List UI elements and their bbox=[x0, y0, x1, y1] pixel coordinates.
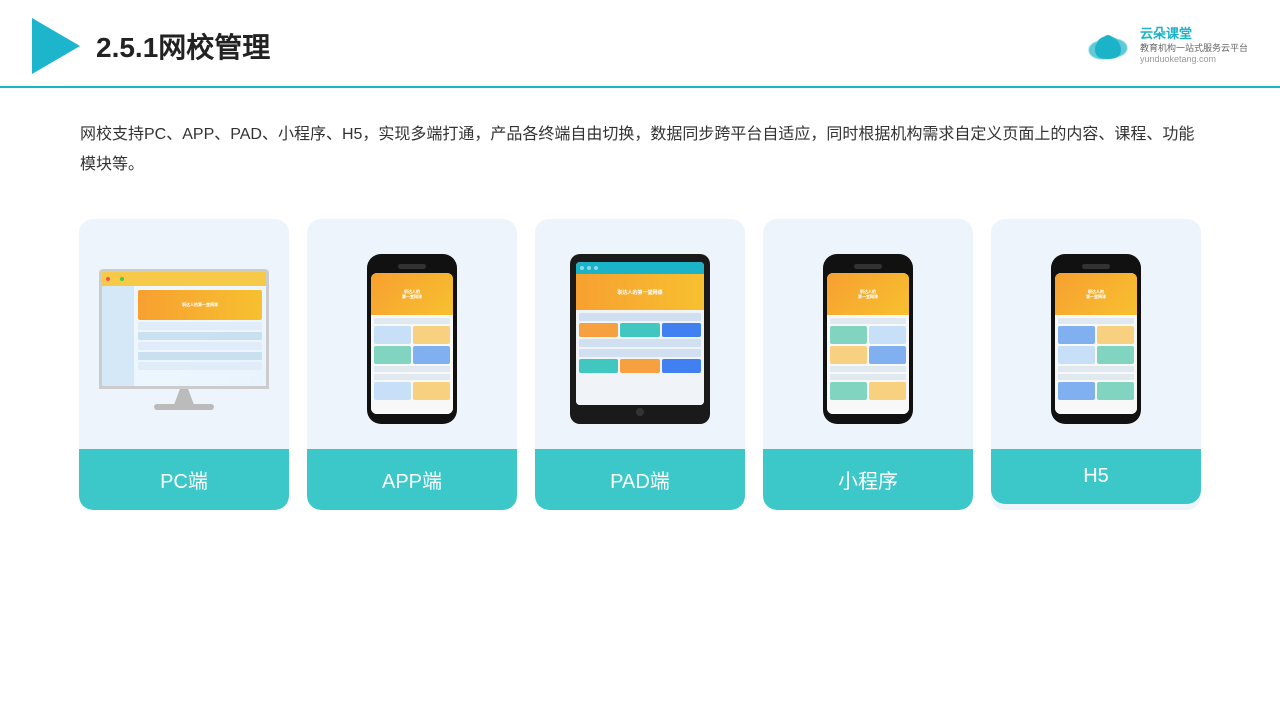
play-icon bbox=[32, 18, 80, 74]
card-image-h5: 职达人的第一堂网课 bbox=[991, 219, 1201, 449]
phone-mockup-app: 职达人的第一堂网课 bbox=[367, 254, 457, 424]
card-label-pad: PAD端 bbox=[535, 449, 745, 510]
header-left: 2.5.1网校管理 bbox=[32, 18, 270, 74]
card-image-miniprogram: 职达人的第一堂网课 bbox=[763, 219, 973, 449]
page-title: 2.5.1网校管理 bbox=[96, 26, 270, 66]
card-label-pc: PC端 bbox=[79, 449, 289, 510]
card-label-miniprogram: 小程序 bbox=[763, 449, 973, 510]
card-label-h5: H5 bbox=[991, 449, 1201, 504]
brand-name: 云朵课堂 bbox=[1140, 26, 1248, 43]
card-app: 职达人的第一堂网课 bbox=[307, 219, 517, 510]
phone-mockup-h5: 职达人的第一堂网课 bbox=[1051, 254, 1141, 424]
tablet-mockup-pad: 职达人的第一堂网课 bbox=[570, 254, 710, 424]
card-image-app: 职达人的第一堂网课 bbox=[307, 219, 517, 449]
page-header: 2.5.1网校管理 云朵课堂 教育机构一站式服务云平台 yunduoketang… bbox=[0, 0, 1280, 88]
card-h5: 职达人的第一堂网课 bbox=[991, 219, 1201, 510]
card-pc: 职达人的第一堂网课 PC端 bbox=[79, 219, 289, 510]
brand-logo: 云朵课堂 教育机构一站式服务云平台 yunduoketang.com bbox=[1082, 26, 1248, 66]
pc-mockup: 职达人的第一堂网课 bbox=[99, 269, 269, 410]
card-image-pc: 职达人的第一堂网课 bbox=[79, 219, 289, 449]
cloud-icon bbox=[1082, 28, 1134, 64]
description-text: 网校支持PC、APP、PAD、小程序、H5，实现多端打通，产品各终端自由切换，数… bbox=[0, 88, 1280, 199]
brand-url: yunduoketang.com bbox=[1140, 54, 1248, 66]
platform-cards: 职达人的第一堂网课 PC端 bbox=[0, 199, 1280, 540]
card-image-pad: 职达人的第一堂网课 bbox=[535, 219, 745, 449]
monitor-screen: 职达人的第一堂网课 bbox=[99, 269, 269, 389]
brand-text: 云朵课堂 教育机构一站式服务云平台 yunduoketang.com bbox=[1140, 26, 1248, 66]
description-content: 网校支持PC、APP、PAD、小程序、H5，实现多端打通，产品各终端自由切换，数… bbox=[80, 126, 1194, 173]
card-label-app: APP端 bbox=[307, 449, 517, 510]
phone-mockup-miniprogram: 职达人的第一堂网课 bbox=[823, 254, 913, 424]
brand-sub: 教育机构一站式服务云平台 bbox=[1140, 43, 1248, 55]
card-pad: 职达人的第一堂网课 bbox=[535, 219, 745, 510]
card-miniprogram: 职达人的第一堂网课 bbox=[763, 219, 973, 510]
monitor-stand bbox=[174, 389, 194, 405]
